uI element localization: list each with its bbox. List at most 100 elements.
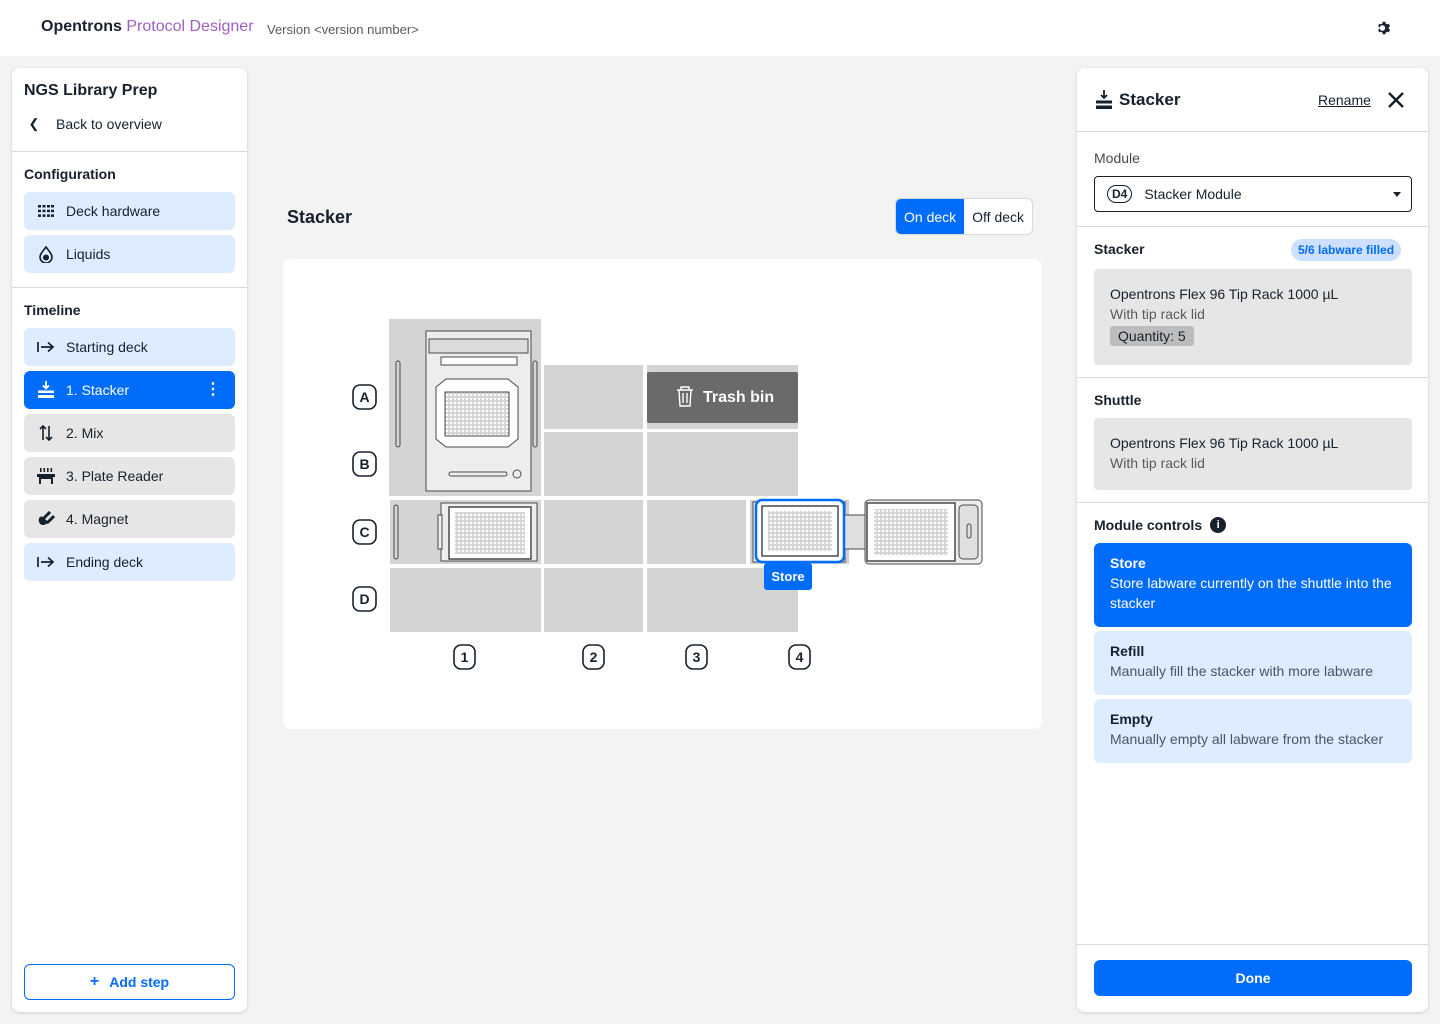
shuttle-labware-selected[interactable] (754, 498, 846, 564)
labware-name: Opentrons Flex 96 Tip Rack 1000 µL (1110, 435, 1339, 451)
panel-title-text: Stacker (1119, 90, 1181, 109)
info-icon[interactable]: i (1210, 517, 1227, 533)
slot-d1[interactable] (390, 568, 541, 632)
page-title: Stacker (287, 207, 353, 227)
slot-b3[interactable] (647, 432, 798, 496)
close-icon[interactable] (1386, 90, 1406, 110)
module-dropdown[interactable]: D4 Stacker Module (1094, 176, 1412, 212)
protocol-name: NGS Library Prep (24, 82, 158, 99)
stacker-section-title: Stacker (1094, 241, 1145, 257)
labware-lid: With tip rack lid (1110, 455, 1205, 471)
timeline-item-label: 4. Magnet (66, 511, 129, 527)
grid-icon (36, 201, 56, 221)
stacker-panel: Stacker Rename Module D4 Stacker Module … (1077, 68, 1428, 1012)
shuttle-labware-card: Opentrons Flex 96 Tip Rack 1000 µL With … (1094, 418, 1412, 490)
timeline-item-label: 3. Plate Reader (66, 468, 164, 484)
control-title: Store (1110, 555, 1146, 571)
nav-item-label: Liquids (66, 246, 111, 262)
chevron-left-icon: ❮ (28, 116, 40, 131)
arrow-right-icon (36, 337, 56, 357)
rename-link[interactable]: Rename (1318, 92, 1371, 108)
deck-map-card: A B C D 1 2 3 4 Trash bin Store (283, 259, 1042, 729)
quantity-badge: Quantity: 5 (1110, 326, 1194, 346)
timeline-item-starting-deck[interactable]: Starting deck (24, 328, 235, 366)
divider (1077, 377, 1428, 378)
nav-item-deck-hardware[interactable]: Deck hardware (24, 192, 235, 230)
caret-down-icon (1393, 192, 1401, 197)
slot-c2[interactable] (544, 500, 643, 564)
timeline-item-mix[interactable]: 2. Mix (24, 414, 235, 452)
column-labels: 1 2 3 4 (453, 644, 811, 670)
labware-lid: With tip rack lid (1110, 306, 1205, 322)
timeline-item-ending-deck[interactable]: Ending deck (24, 543, 235, 581)
shuttle-section-title: Shuttle (1094, 392, 1142, 408)
configuration-heading: Configuration (24, 166, 116, 182)
store-control[interactable]: Store Store labware currently on the shu… (1094, 543, 1412, 627)
trash-bin-label: Trash bin (703, 389, 774, 406)
version-text: Version <version number> (267, 22, 419, 37)
brand: Opentrons Protocol Designer (41, 18, 254, 36)
timeline-heading: Timeline (24, 302, 81, 318)
nav-item-liquids[interactable]: Liquids (24, 235, 235, 273)
timeline-item-plate-reader[interactable]: 3. Plate Reader (24, 457, 235, 495)
column-label-2: 2 (590, 649, 598, 665)
timeline-item-label: Starting deck (66, 339, 148, 355)
trash-bin[interactable]: Trash bin (647, 372, 798, 423)
control-description: Store labware currently on the shuttle i… (1110, 575, 1392, 611)
brand-sub: Protocol Designer (126, 18, 254, 35)
slot-badge: D4 (1107, 185, 1133, 203)
brand-main: Opentrons (41, 18, 122, 35)
plate-reader-icon (36, 466, 56, 486)
timeline-item-magnet[interactable]: 4. Magnet (24, 500, 235, 538)
deck-map: A B C D 1 2 3 4 Trash bin Store (352, 319, 983, 670)
divider (1077, 226, 1428, 227)
slot-d2[interactable] (544, 568, 643, 632)
divider (1077, 944, 1428, 945)
store-tag-label: Store (771, 569, 804, 584)
divider (1077, 502, 1428, 503)
refill-control[interactable]: Refill Manually fill the stacker with mo… (1094, 631, 1412, 695)
add-step-button[interactable]: + Add step (24, 964, 235, 1000)
left-sidebar: NGS Library Prep ❮ Back to overview Conf… (12, 68, 247, 1012)
control-description: Manually empty all labware from the stac… (1110, 731, 1384, 747)
empty-control[interactable]: Empty Manually empty all labware from th… (1094, 699, 1412, 763)
module-label: Module (1094, 150, 1140, 166)
store-tag: Store (764, 563, 812, 590)
slot-c3[interactable] (647, 500, 746, 564)
on-deck-toggle[interactable]: On deck (896, 199, 965, 234)
timeline-item-label: 1. Stacker (66, 382, 130, 398)
module-value: Stacker Module (1144, 186, 1242, 202)
timeline-item-label: 2. Mix (66, 425, 104, 441)
module-controls-title: Module controls i (1094, 517, 1227, 533)
back-to-overview-link[interactable]: ❮ Back to overview (24, 116, 162, 132)
more-options-icon[interactable]: ⋮ (205, 380, 221, 400)
slot-a2[interactable] (544, 365, 643, 429)
labware-name: Opentrons Flex 96 Tip Rack 1000 µL (1110, 286, 1339, 302)
deck-view-toggle: On deck Off deck (895, 198, 1034, 235)
gear-icon[interactable] (1376, 20, 1392, 36)
add-step-label: Add step (109, 974, 170, 990)
control-description: Manually fill the stacker with more labw… (1110, 663, 1373, 679)
top-bar: Opentrons Protocol Designer Version <ver… (0, 0, 1440, 56)
module-controls-label: Module controls (1094, 517, 1203, 533)
column-label-3: 3 (693, 649, 701, 665)
nav-item-label: Deck hardware (66, 203, 161, 219)
row-label-d: D (359, 591, 369, 607)
control-title: Refill (1110, 643, 1145, 659)
row-labels: A B C D (352, 384, 377, 612)
off-deck-toggle[interactable]: Off deck (964, 199, 1032, 234)
stacker-icon (36, 380, 56, 400)
done-button[interactable]: Done (1094, 960, 1412, 996)
stacker-icon (1096, 90, 1112, 109)
magnet-icon (36, 509, 56, 529)
arrow-right-icon (36, 552, 56, 572)
slot-b2[interactable] (544, 432, 643, 496)
fill-status-badge: 5/6 labware filled (1291, 239, 1402, 261)
panel-header: Stacker Rename (1077, 68, 1428, 132)
column-label-1: 1 (461, 649, 469, 665)
timeline-item-stacker[interactable]: 1. Stacker ⋮ (24, 371, 235, 409)
divider (12, 287, 247, 288)
column-label-4: 4 (796, 649, 804, 665)
plus-icon: + (89, 973, 100, 990)
row-label-b: B (359, 456, 369, 472)
